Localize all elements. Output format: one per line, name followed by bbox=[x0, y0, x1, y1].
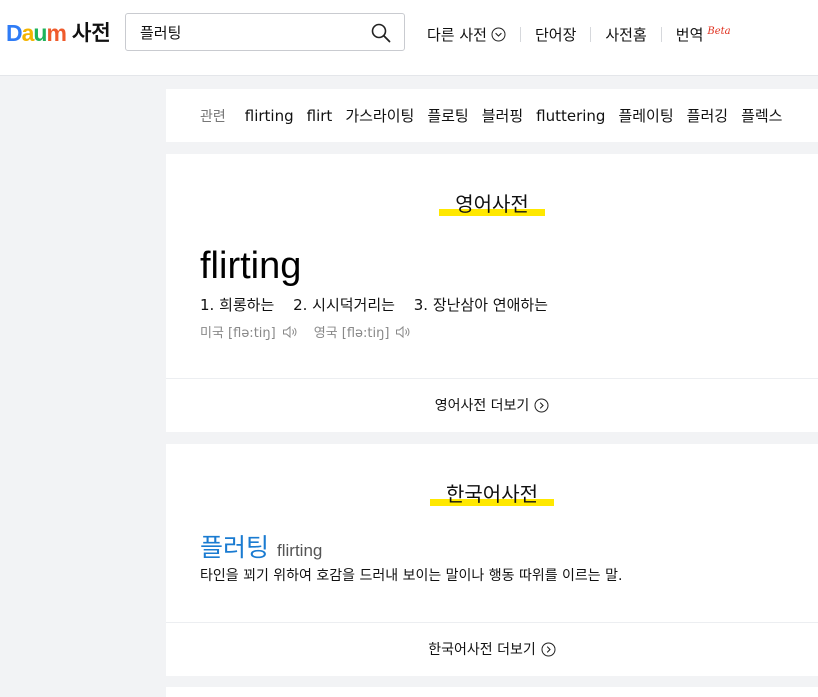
pronunciation-row: 미국 [flə:tiŋ] 영국 [flə:tiŋ] bbox=[200, 322, 427, 341]
search-box bbox=[125, 13, 405, 51]
nav-wordbook-label: 단어장 bbox=[534, 25, 577, 44]
search-icon[interactable] bbox=[370, 22, 392, 44]
korean-headword-row: 플러팅 flirting bbox=[200, 528, 322, 564]
global-nav: 다른 사전 단어장 사전홈 번역 Beta bbox=[427, 23, 731, 45]
related-item[interactable]: 블러핑 bbox=[482, 105, 523, 126]
related-words-bar: 관련 flirting flirt 가스라이팅 플로팅 블러핑 flutteri… bbox=[166, 89, 818, 142]
logo-letter: m bbox=[46, 20, 66, 46]
korean-dict-card: 한국어사전 플러팅 flirting 타인을 꾀기 위하여 호감을 드러내 보이… bbox=[166, 444, 818, 676]
korean-dict-title: 한국어사전 bbox=[166, 480, 818, 508]
korean-dict-more-button[interactable]: 한국어사전 더보기 bbox=[166, 622, 818, 675]
related-item[interactable]: 플러깅 bbox=[687, 105, 728, 126]
english-dict-more-button[interactable]: 영어사전 더보기 bbox=[166, 378, 818, 431]
nav-wordbook[interactable]: 단어장 bbox=[535, 24, 576, 45]
search-input[interactable] bbox=[140, 21, 360, 43]
related-item[interactable]: fluttering bbox=[536, 107, 605, 125]
nav-other-dict[interactable]: 다른 사전 bbox=[427, 24, 506, 45]
meaning-item: 3. 장난삼아 연애하는 bbox=[413, 296, 548, 314]
meaning-item: 1. 희롱하는 bbox=[200, 296, 275, 314]
daum-logo[interactable]: Daum bbox=[6, 20, 67, 46]
logo-letter: u bbox=[33, 20, 47, 46]
header: Daum 사전 다른 사전 단어장 사전홈 번역 Beta bbox=[0, 0, 818, 76]
pronunciation-us: 미국 [flə:tiŋ] bbox=[200, 326, 276, 341]
meaning-item: 2. 시시덕거리는 bbox=[293, 296, 395, 314]
circle-arrow-right-icon bbox=[541, 642, 556, 656]
nav-dict-home-label: 사전홈 bbox=[605, 25, 647, 44]
related-item[interactable]: 플렉스 bbox=[741, 105, 782, 126]
english-dict-title-text: 영어사전 bbox=[439, 192, 545, 216]
pronunciation-uk: 영국 [flə:tiŋ] bbox=[313, 326, 390, 341]
nav-dict-home[interactable]: 사전홈 bbox=[605, 24, 646, 45]
service-name[interactable]: 사전 bbox=[72, 19, 111, 47]
related-item[interactable]: 플레이팅 bbox=[618, 105, 673, 126]
nav-translate-label: 번역 bbox=[675, 25, 704, 44]
beta-badge: Beta bbox=[707, 25, 731, 37]
korean-word-origin: flirting bbox=[277, 541, 323, 560]
korean-headword[interactable]: 플러팅 bbox=[200, 528, 269, 564]
korean-dict-more-label: 한국어사전 더보기 bbox=[428, 642, 536, 658]
next-card-edge bbox=[166, 687, 818, 697]
nav-divider bbox=[590, 26, 592, 42]
related-item[interactable]: flirting bbox=[245, 107, 294, 125]
circle-arrow-right-icon bbox=[534, 398, 549, 412]
korean-definition: 타인을 꾀기 위하여 호감을 드러내 보이는 말이나 행동 따위를 이르는 말. bbox=[200, 568, 623, 584]
speaker-icon[interactable] bbox=[395, 325, 413, 339]
english-dict-title: 영어사전 bbox=[166, 190, 818, 218]
related-item[interactable]: 가스라이팅 bbox=[345, 105, 414, 126]
logo-letter: D bbox=[6, 20, 23, 46]
nav-translate[interactable]: 번역 Beta bbox=[676, 24, 731, 45]
english-dict-more-label: 영어사전 더보기 bbox=[434, 398, 530, 414]
speaker-icon[interactable] bbox=[282, 325, 300, 339]
related-label: 관련 bbox=[200, 108, 226, 125]
korean-dict-title-text: 한국어사전 bbox=[430, 482, 554, 506]
english-dict-card: 영어사전 flirting 1. 희롱하는 2. 시시덕거리는 3. 장난삼아 … bbox=[166, 154, 818, 432]
headword[interactable]: flirting bbox=[200, 244, 301, 288]
nav-divider bbox=[660, 26, 662, 42]
nav-other-dict-label: 다른 사전 bbox=[427, 25, 487, 44]
related-item[interactable]: flirt bbox=[307, 107, 333, 125]
related-item[interactable]: 플로팅 bbox=[427, 105, 468, 126]
nav-divider bbox=[519, 26, 521, 42]
chevron-down-icon bbox=[491, 27, 506, 41]
logo-letter: a bbox=[21, 20, 35, 46]
meaning-list: 1. 희롱하는 2. 시시덕거리는 3. 장난삼아 연애하는 bbox=[200, 294, 562, 315]
